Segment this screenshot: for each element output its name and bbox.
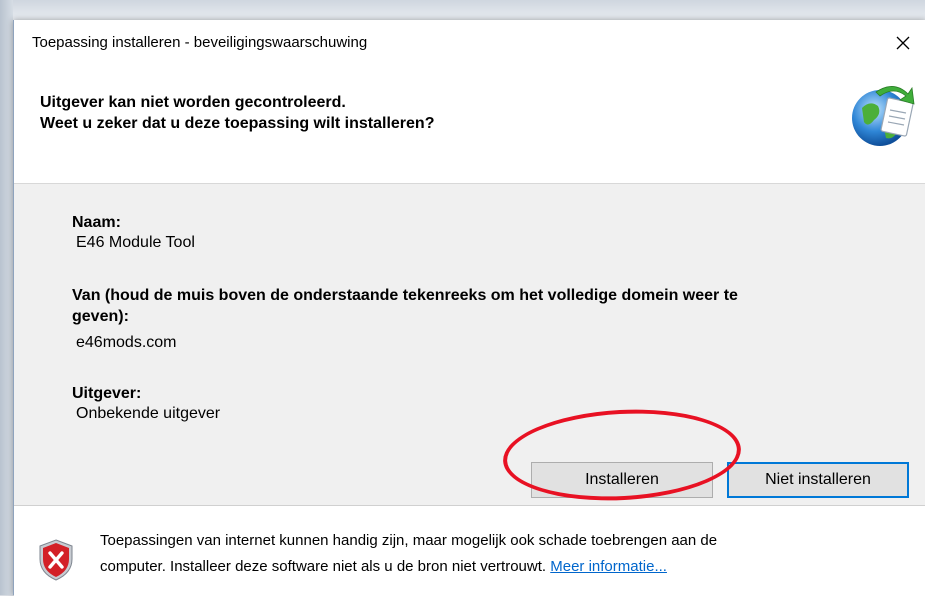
headline-line-2: Weet u zeker dat u deze toepassing wilt … [40,115,435,132]
name-label: Naam: [72,214,121,231]
shield-warning-icon [39,539,73,581]
more-info-link[interactable]: Meer informatie... [550,558,667,575]
from-value: e46mods.com [76,334,177,351]
background-window-edge-left [0,0,13,595]
headline: Uitgever kan niet worden gecontroleerd. … [40,92,434,134]
headline-line-1: Uitgever kan niet worden gecontroleerd. [40,94,346,111]
install-button[interactable]: Installeren [531,462,713,498]
from-label-line-2: geven): [72,308,129,325]
footer-warning-text: Toepassingen van internet kunnen handig … [100,528,900,580]
name-value: E46 Module Tool [76,234,195,251]
security-warning-dialog: Toepassing installeren - beveiligingswaa… [13,20,925,596]
window-title: Toepassing installeren - beveiligingswaa… [32,34,368,51]
dont-install-button[interactable]: Niet installeren [727,462,909,498]
globe-installer-icon [852,86,915,146]
title-bar: Toepassing installeren - beveiligingswaa… [14,20,925,68]
close-icon [896,36,910,50]
details-panel: Naam: E46 Module Tool Van (houd de muis … [14,184,925,504]
publisher-value: Onbekende uitgever [76,405,221,422]
footer-text-line-1: Toepassingen van internet kunnen handig … [100,532,718,549]
from-label-line-1: Van (houd de muis boven de onderstaande … [72,287,738,304]
background-window-edge [0,0,925,20]
footer-text-line-2: computer. Installeer deze software niet … [100,558,547,575]
warning-footer: Toepassingen van internet kunnen handig … [14,505,925,596]
close-button[interactable] [886,26,920,60]
warning-header: Uitgever kan niet worden gecontroleerd. … [14,68,925,184]
from-label: Van (houd de muis boven de onderstaande … [72,285,872,327]
publisher-label: Uitgever: [72,385,142,402]
